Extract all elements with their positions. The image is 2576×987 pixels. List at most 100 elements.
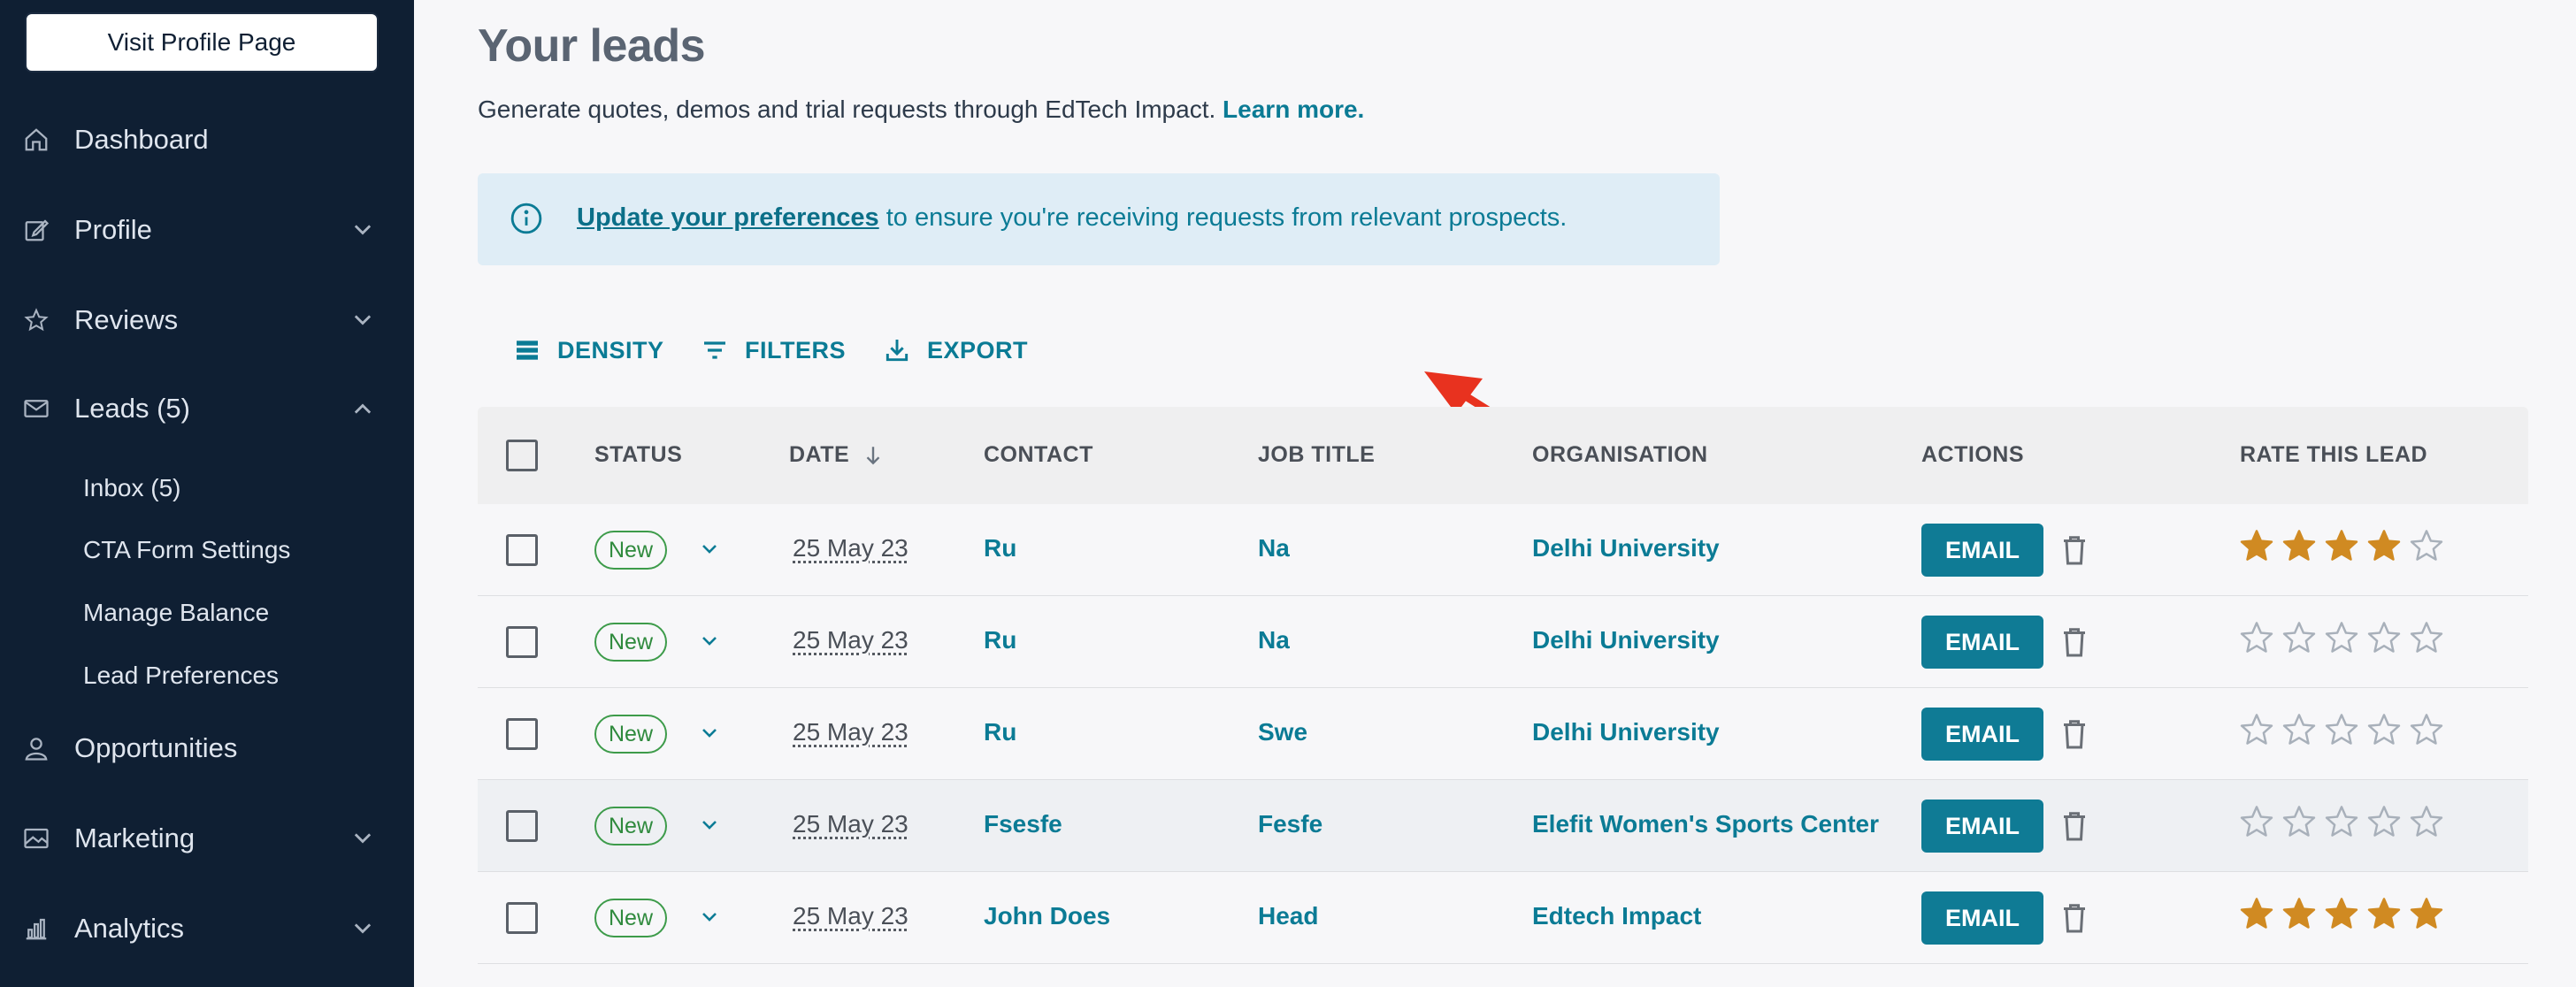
sidebar-item-label: Leads (5) <box>74 393 190 424</box>
star-filled-icon[interactable] <box>2323 527 2360 564</box>
star-empty-icon[interactable] <box>2323 803 2360 840</box>
star-icon <box>21 307 51 333</box>
contact-link[interactable]: Fsesfe <box>984 810 1062 838</box>
export-button[interactable]: EXPORT <box>883 331 1028 370</box>
star-empty-icon[interactable] <box>2238 711 2275 748</box>
sidebar-subitem-cta-form-settings[interactable]: CTA Form Settings <box>83 536 290 564</box>
chevron-down-icon[interactable] <box>699 725 720 741</box>
table-row[interactable]: New 25 May 23 Ru Na Delhi University EMA… <box>478 504 2528 596</box>
contact-link[interactable]: Ru <box>984 534 1016 562</box>
star-empty-icon[interactable] <box>2408 527 2445 564</box>
organisation-link[interactable]: Delhi University <box>1532 718 1720 746</box>
row-checkbox[interactable] <box>506 718 538 750</box>
sidebar-item-leads[interactable]: Leads (5) <box>0 382 414 435</box>
sidebar-item-reviews[interactable]: Reviews <box>0 294 414 347</box>
column-header-date[interactable]: DATE <box>789 442 885 468</box>
row-checkbox[interactable] <box>506 810 538 842</box>
star-empty-icon[interactable] <box>2365 803 2403 840</box>
job-title-link[interactable]: Fesfe <box>1258 810 1322 838</box>
star-empty-icon[interactable] <box>2365 711 2403 748</box>
email-button[interactable]: EMAIL <box>1921 800 2043 853</box>
chevron-down-icon <box>354 315 372 325</box>
organisation-link[interactable]: Delhi University <box>1532 626 1720 654</box>
row-checkbox[interactable] <box>506 902 538 934</box>
sidebar-subitem-lead-preferences[interactable]: Lead Preferences <box>83 662 279 690</box>
sidebar-item-dashboard[interactable]: Dashboard <box>0 113 414 166</box>
star-filled-icon[interactable] <box>2365 527 2403 564</box>
job-title-link[interactable]: Na <box>1258 626 1290 654</box>
organisation-link[interactable]: Elefit Women's Sports Center <box>1532 810 1879 838</box>
star-empty-icon[interactable] <box>2408 803 2445 840</box>
table-row[interactable]: New 25 May 23 Ru Swe Delhi University EM… <box>478 688 2528 780</box>
column-header-contact[interactable]: CONTACT <box>984 442 1093 468</box>
table-row[interactable]: New 25 May 23 Ru Na Delhi University EMA… <box>478 596 2528 688</box>
organisation-link[interactable]: Delhi University <box>1532 534 1720 562</box>
star-empty-icon[interactable] <box>2238 619 2275 656</box>
trash-icon[interactable] <box>2061 626 2088 658</box>
learn-more-link[interactable]: Learn more. <box>1223 96 1364 123</box>
job-title-link[interactable]: Head <box>1258 902 1318 930</box>
select-all-checkbox[interactable] <box>506 440 538 471</box>
export-label: EXPORT <box>927 336 1029 363</box>
star-empty-icon[interactable] <box>2365 619 2403 656</box>
row-checkbox[interactable] <box>506 534 538 566</box>
star-filled-icon[interactable] <box>2238 527 2275 564</box>
trash-icon[interactable] <box>2061 902 2088 934</box>
email-button[interactable]: EMAIL <box>1921 616 2043 669</box>
leads-table: STATUS DATE CONTACT JOB TITLE ORGANISATI… <box>478 407 2528 964</box>
sidebar-subitem-manage-balance[interactable]: Manage Balance <box>83 599 269 627</box>
table-row[interactable]: New 25 May 23 Fsesfe Fesfe Elefit Women'… <box>478 780 2528 872</box>
job-title-link[interactable]: Swe <box>1258 718 1307 746</box>
contact-link[interactable]: Ru <box>984 626 1016 654</box>
chevron-down-icon <box>354 225 372 235</box>
sidebar-item-marketing[interactable]: Marketing <box>0 812 414 865</box>
chevron-down-icon[interactable] <box>699 633 720 649</box>
star-empty-icon[interactable] <box>2323 619 2360 656</box>
filters-button[interactable]: FILTERS <box>701 331 846 370</box>
status-badge: New <box>594 715 668 754</box>
update-preferences-link[interactable]: Update your preferences <box>577 203 879 232</box>
density-button[interactable]: DENSITY <box>513 331 664 370</box>
star-filled-icon[interactable] <box>2238 895 2275 932</box>
email-button[interactable]: EMAIL <box>1921 891 2043 945</box>
chevron-down-icon[interactable] <box>699 909 720 925</box>
job-title-link[interactable]: Na <box>1258 534 1290 562</box>
star-empty-icon[interactable] <box>2408 619 2445 656</box>
lead-date: 25 May 23 <box>793 718 908 746</box>
visit-profile-button[interactable]: Visit Profile Page <box>25 12 379 73</box>
density-icon <box>517 340 538 360</box>
email-button[interactable]: EMAIL <box>1921 708 2043 761</box>
sidebar-item-opportunities[interactable]: Opportunities <box>0 722 414 775</box>
chevron-down-icon[interactable] <box>699 541 720 557</box>
star-empty-icon[interactable] <box>2238 803 2275 840</box>
sidebar-item-analytics[interactable]: Analytics <box>0 902 414 955</box>
info-banner: Update your preferences to ensure you're… <box>478 173 1720 265</box>
sidebar-item-profile[interactable]: Profile <box>0 203 414 256</box>
contact-link[interactable]: John Does <box>984 902 1110 930</box>
star-filled-icon[interactable] <box>2365 895 2403 932</box>
column-header-status[interactable]: STATUS <box>594 442 682 468</box>
contact-link[interactable]: Ru <box>984 718 1016 746</box>
star-empty-icon[interactable] <box>2408 711 2445 748</box>
trash-icon[interactable] <box>2061 810 2088 842</box>
star-filled-icon[interactable] <box>2408 895 2445 932</box>
email-button[interactable]: EMAIL <box>1921 524 2043 577</box>
column-header-organisation[interactable]: ORGANISATION <box>1532 442 1708 468</box>
star-filled-icon[interactable] <box>2281 527 2318 564</box>
column-header-rate: RATE THIS LEAD <box>2240 442 2428 467</box>
star-empty-icon[interactable] <box>2281 619 2318 656</box>
column-header-job-title[interactable]: JOB TITLE <box>1258 442 1375 468</box>
star-filled-icon[interactable] <box>2281 895 2318 932</box>
table-row[interactable]: New 25 May 23 John Does Head Edtech Impa… <box>478 872 2528 964</box>
sidebar-subitem-inbox[interactable]: Inbox (5) <box>83 474 181 502</box>
image-icon <box>21 825 51 852</box>
star-empty-icon[interactable] <box>2281 803 2318 840</box>
trash-icon[interactable] <box>2061 534 2088 566</box>
organisation-link[interactable]: Edtech Impact <box>1532 902 1701 930</box>
star-empty-icon[interactable] <box>2323 711 2360 748</box>
chevron-down-icon[interactable] <box>699 817 720 833</box>
star-empty-icon[interactable] <box>2281 711 2318 748</box>
trash-icon[interactable] <box>2061 718 2088 750</box>
star-filled-icon[interactable] <box>2323 895 2360 932</box>
row-checkbox[interactable] <box>506 626 538 658</box>
